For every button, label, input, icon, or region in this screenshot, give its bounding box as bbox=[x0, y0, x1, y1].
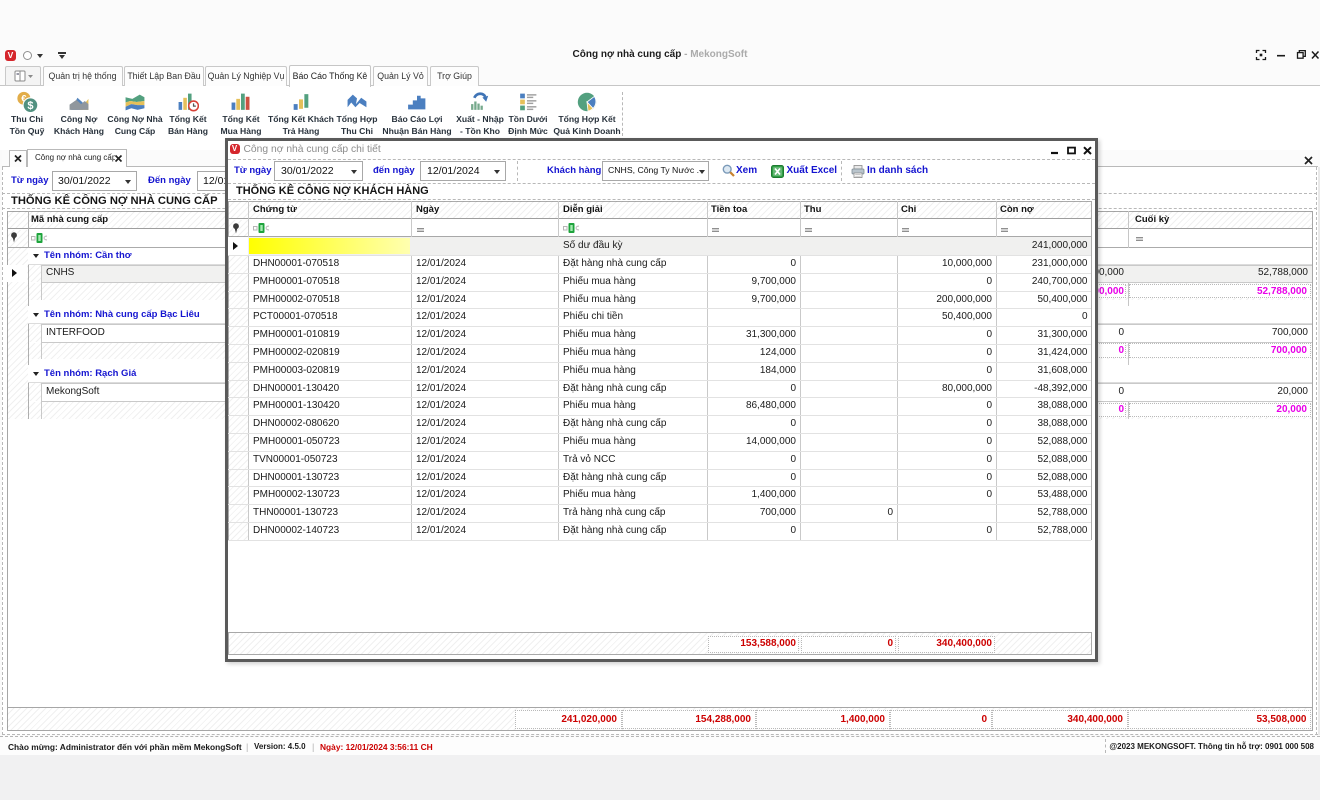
svg-text:$: $ bbox=[27, 100, 33, 112]
